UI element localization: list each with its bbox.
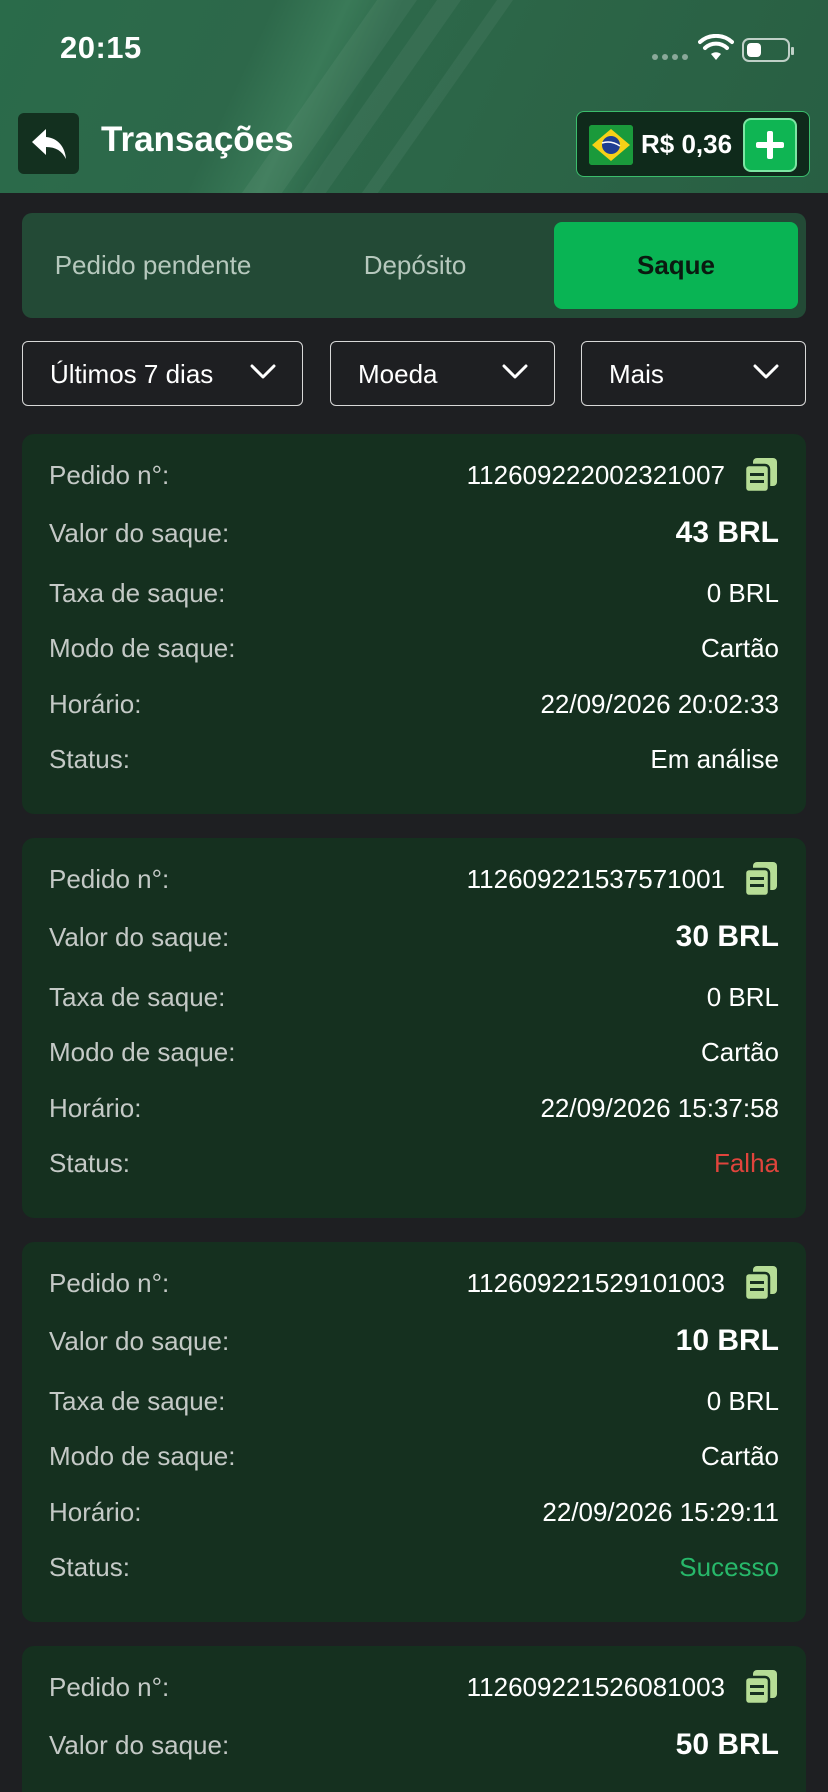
status-row: Status: Em análise	[49, 740, 779, 780]
amount-label: Valor do saque:	[49, 518, 230, 548]
withdrawal-amount: 30 BRL	[675, 920, 779, 953]
order-row: Pedido n°: 112609222002321007	[49, 456, 779, 496]
status-row: Status: Sucesso	[49, 1548, 779, 1588]
order-number: 112609221529101003	[466, 1268, 725, 1298]
transaction-card: Pedido n°: 112609221526081003 Valor do s…	[22, 1646, 806, 1792]
order-label: Pedido n°:	[49, 460, 170, 490]
chevron-down-icon	[502, 364, 528, 379]
tab-withdrawal[interactable]: Saque	[554, 222, 798, 309]
order-label: Pedido n°:	[49, 864, 170, 894]
amount-label: Valor do saque:	[49, 1326, 230, 1356]
fee-row: Taxa de saque: 0 BRL	[49, 978, 779, 1018]
time-label: Horário:	[49, 1497, 142, 1527]
time-label: Horário:	[49, 689, 142, 719]
mode-row: Modo de saque: Cartão	[49, 1437, 779, 1477]
status-value: Em análise	[650, 744, 779, 774]
fee-row: Taxa de saque: 0 BRL	[49, 1382, 779, 1422]
withdrawal-amount: 10 BRL	[675, 1324, 779, 1357]
back-button[interactable]	[18, 113, 79, 174]
withdrawal-fee: 0 BRL	[706, 982, 779, 1012]
copy-icon[interactable]	[743, 456, 779, 494]
date-range-filter[interactable]: Últimos 7 dias	[22, 341, 303, 406]
time-row: Horário: 22/09/2026 15:29:11	[49, 1493, 779, 1533]
brazil-flag-icon	[589, 125, 633, 165]
status-label: Status:	[49, 744, 130, 774]
fee-label: Taxa de saque:	[49, 1386, 226, 1416]
mode-row: Modo de saque: Cartão	[49, 629, 779, 669]
status-row: Status: Falha	[49, 1144, 779, 1184]
time-row: Horário: 22/09/2026 20:02:33	[49, 685, 779, 725]
order-number: 112609221526081003	[466, 1672, 725, 1702]
status-value: Falha	[713, 1148, 779, 1178]
order-row: Pedido n°: 112609221529101003	[49, 1264, 779, 1304]
amount-row: Valor do saque: 43 BRL	[49, 514, 779, 554]
transaction-time: 22/09/2026 15:29:11	[542, 1497, 779, 1527]
status-value: Sucesso	[679, 1552, 779, 1582]
amount-label: Valor do saque:	[49, 922, 230, 952]
filter-label: Mais	[609, 359, 664, 389]
chevron-down-icon	[250, 364, 276, 379]
order-label: Pedido n°:	[49, 1268, 170, 1298]
transaction-time: 22/09/2026 20:02:33	[540, 689, 779, 719]
tab-deposit[interactable]: Depósito	[284, 222, 546, 309]
cellular-signal-icon	[652, 54, 688, 60]
currency-filter[interactable]: Moeda	[330, 341, 555, 406]
order-row: Pedido n°: 112609221526081003	[49, 1668, 779, 1708]
amount-row: Valor do saque: 30 BRL	[49, 918, 779, 958]
withdrawal-fee: 0 BRL	[706, 578, 779, 608]
withdrawal-mode: Cartão	[700, 633, 779, 663]
order-number: 112609221537571001	[466, 864, 725, 894]
mode-label: Modo de saque:	[49, 1037, 236, 1067]
copy-icon[interactable]	[743, 860, 779, 898]
withdrawal-mode: Cartão	[700, 1037, 779, 1067]
order-row: Pedido n°: 112609221537571001	[49, 860, 779, 900]
order-label: Pedido n°:	[49, 1672, 170, 1702]
fee-row: Taxa de saque: 0 BRL	[49, 574, 779, 614]
transaction-card: Pedido n°: 112609221529101003 Valor do s…	[22, 1242, 806, 1622]
withdrawal-amount: 43 BRL	[675, 516, 779, 549]
copy-icon[interactable]	[743, 1264, 779, 1302]
time-row: Horário: 22/09/2026 15:37:58	[49, 1089, 779, 1129]
tab-pending-order[interactable]: Pedido pendente	[22, 222, 284, 309]
transaction-time: 22/09/2026 15:37:58	[540, 1093, 779, 1123]
wifi-icon	[698, 34, 734, 60]
status-label: Status:	[49, 1552, 130, 1582]
withdrawal-fee: 0 BRL	[706, 1386, 779, 1416]
time-label: Horário:	[49, 1093, 142, 1123]
withdrawal-amount: 50 BRL	[675, 1728, 779, 1761]
amount-row: Valor do saque: 10 BRL	[49, 1322, 779, 1362]
status-time: 20:15	[60, 30, 142, 65]
order-number: 112609222002321007	[466, 460, 725, 490]
add-funds-button[interactable]	[743, 118, 797, 172]
battery-icon	[742, 38, 794, 62]
balance-amount: R$ 0,36	[641, 129, 733, 159]
transaction-type-tabs: Pedido pendente Depósito Saque	[22, 213, 806, 318]
copy-icon[interactable]	[743, 1668, 779, 1706]
filter-label: Últimos 7 dias	[50, 359, 214, 389]
page-title: Transações	[101, 120, 294, 159]
chevron-down-icon	[753, 364, 779, 379]
plus-icon	[756, 131, 784, 159]
fee-label: Taxa de saque:	[49, 578, 226, 608]
balance-widget[interactable]: R$ 0,36	[576, 111, 810, 177]
transaction-card: Pedido n°: 112609221537571001 Valor do s…	[22, 838, 806, 1218]
more-filter[interactable]: Mais	[581, 341, 806, 406]
mode-label: Modo de saque:	[49, 633, 236, 663]
amount-label: Valor do saque:	[49, 1730, 230, 1760]
transaction-card: Pedido n°: 112609222002321007 Valor do s…	[22, 434, 806, 814]
amount-row: Valor do saque: 50 BRL	[49, 1726, 779, 1766]
filter-label: Moeda	[358, 359, 438, 389]
mode-row: Modo de saque: Cartão	[49, 1033, 779, 1073]
back-arrow-icon	[31, 128, 66, 159]
fee-label: Taxa de saque:	[49, 982, 226, 1012]
top-bar: 20:15 Transações R$ 0,36	[0, 0, 828, 193]
withdrawal-mode: Cartão	[700, 1441, 779, 1471]
status-label: Status:	[49, 1148, 130, 1178]
mode-label: Modo de saque:	[49, 1441, 236, 1471]
